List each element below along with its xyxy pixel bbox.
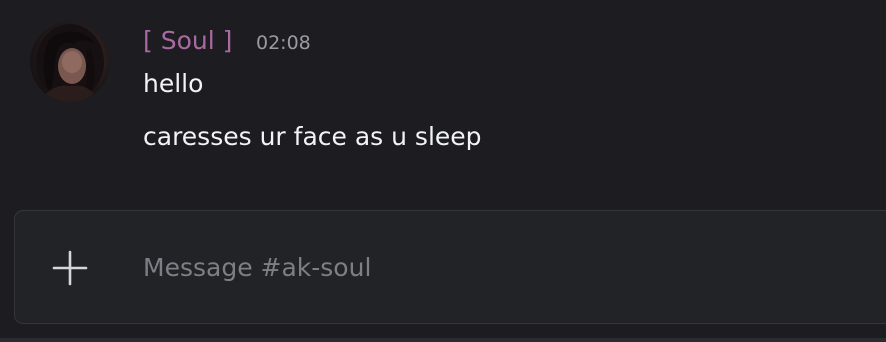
message-text: caresses ur face as u sleep [143,122,482,151]
message-author[interactable]: [ Soul ] [143,25,232,57]
plus-icon [52,250,88,286]
avatar[interactable] [30,22,110,102]
message-composer [14,210,886,324]
avatar-image [36,24,104,102]
message-group: [ Soul ] 02:08 hello caresses ur face as… [0,0,886,190]
add-attachment-button[interactable] [51,249,89,287]
divider [0,338,886,342]
message-timestamp: 02:08 [256,32,311,54]
chat-view: [ Soul ] 02:08 hello caresses ur face as… [0,0,886,342]
message-input[interactable] [143,247,843,287]
message-text: hello [143,69,204,98]
